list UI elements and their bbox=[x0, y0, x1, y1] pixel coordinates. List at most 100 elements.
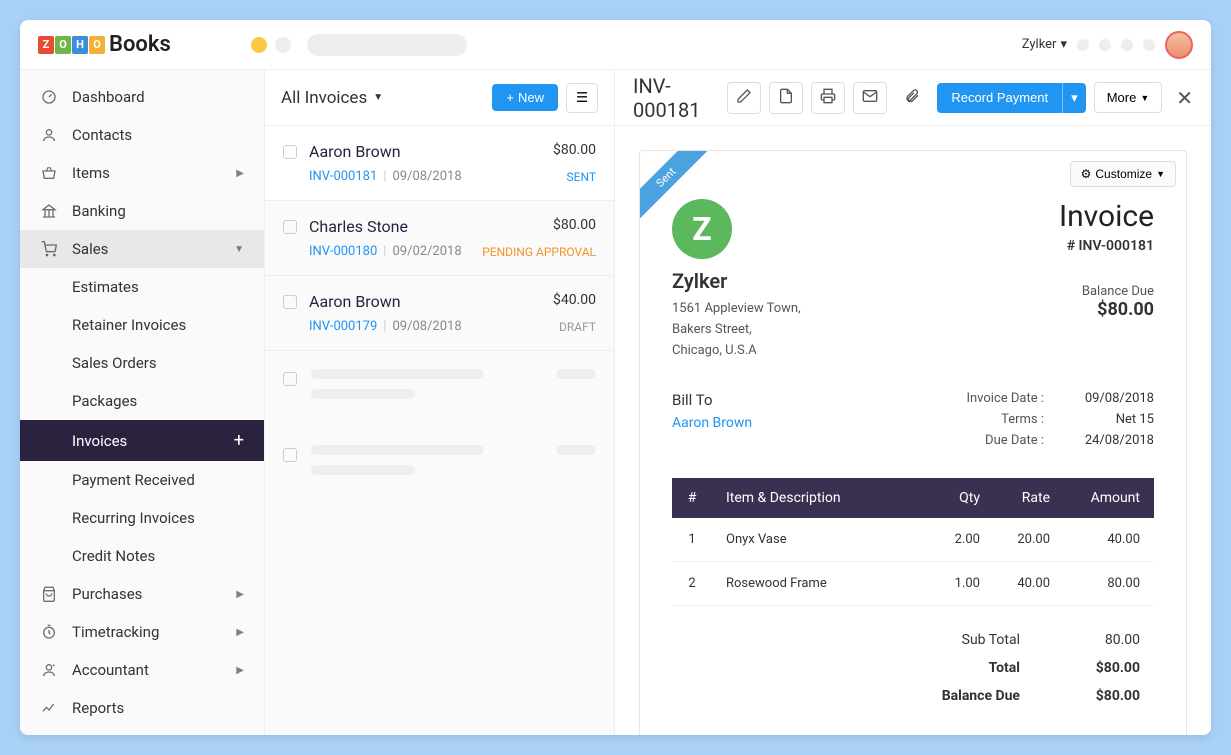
more-button[interactable]: More ▼ bbox=[1094, 82, 1163, 113]
chevron-right-icon: ▶ bbox=[236, 589, 244, 600]
bill-to-link[interactable]: Aaron Brown bbox=[672, 415, 752, 431]
close-detail-button[interactable]: ✕ bbox=[1176, 86, 1193, 110]
list-menu-button[interactable]: ☰ bbox=[566, 83, 598, 113]
hamburger-icon: ☰ bbox=[576, 90, 588, 106]
row-checkbox[interactable] bbox=[283, 295, 297, 309]
sidebar: DashboardContactsItems▶BankingSales▼Esti… bbox=[20, 70, 265, 735]
logo[interactable]: Z O H O Books bbox=[38, 32, 171, 57]
list-body: Aaron Brown$80.00INV-000181|09/08/2018SE… bbox=[265, 126, 614, 735]
caret-down-icon: ▾ bbox=[1060, 37, 1067, 52]
logo-text: Books bbox=[109, 32, 171, 57]
print-button[interactable] bbox=[811, 82, 845, 114]
record-payment-button[interactable]: Record Payment bbox=[937, 83, 1062, 113]
nav-items[interactable]: Items▶ bbox=[20, 154, 264, 192]
invoice-card: Sent ⚙ Customize ▼ Z Zylker 1561 Applevi… bbox=[639, 150, 1187, 735]
bank-icon bbox=[40, 202, 58, 220]
company-address: 1561 Appleview Town, Bakers Street, Chic… bbox=[672, 299, 801, 361]
item-row: 2Rosewood Frame1.0040.0080.00 bbox=[672, 562, 1154, 606]
record-payment-dropdown[interactable]: ▾ bbox=[1062, 83, 1086, 113]
topbar-placeholder-1 bbox=[1077, 39, 1089, 51]
app-window: Z O H O Books Zylker ▾ DashboardContacts… bbox=[20, 20, 1211, 735]
nav-sub-payment-received[interactable]: Payment Received bbox=[20, 461, 264, 499]
paperclip-icon bbox=[904, 88, 920, 107]
detail-title: INV-000181 bbox=[633, 74, 719, 122]
app-body: DashboardContactsItems▶BankingSales▼Esti… bbox=[20, 70, 1211, 735]
pdf-button[interactable] bbox=[769, 82, 803, 114]
row-invoice-id: INV-000180 bbox=[309, 244, 377, 259]
customize-button[interactable]: ⚙ Customize ▼ bbox=[1070, 161, 1176, 187]
topbar-placeholder-4 bbox=[1143, 39, 1155, 51]
plus-icon: + bbox=[234, 430, 244, 451]
nav-accountant[interactable]: Accountant▶ bbox=[20, 651, 264, 689]
email-button[interactable] bbox=[853, 82, 887, 114]
org-switcher[interactable]: Zylker ▾ bbox=[1022, 37, 1067, 52]
nav-sub-estimates[interactable]: Estimates bbox=[20, 268, 264, 306]
caret-down-icon: ▼ bbox=[1156, 169, 1165, 179]
printer-icon bbox=[820, 88, 836, 107]
row-invoice-id: INV-000181 bbox=[309, 169, 377, 184]
plus-icon: + bbox=[506, 90, 514, 105]
row-checkbox[interactable] bbox=[283, 220, 297, 234]
row-amount: $40.00 bbox=[553, 292, 596, 311]
totals: Sub Total80.00Total$80.00Balance Due$80.… bbox=[672, 626, 1154, 710]
nav-timetracking[interactable]: Timetracking▶ bbox=[20, 613, 264, 651]
nav-sales[interactable]: Sales▼ bbox=[20, 230, 264, 268]
list-header: All Invoices ▼ + New ☰ bbox=[265, 70, 614, 126]
acct-icon bbox=[40, 661, 58, 679]
skeleton-row bbox=[265, 351, 614, 427]
invoice-meta: Invoice Date :09/08/2018 Terms :Net 15 Due… bbox=[954, 391, 1154, 454]
row-invoice-id: INV-000179 bbox=[309, 319, 377, 334]
user-avatar[interactable] bbox=[1165, 31, 1193, 59]
nav-reports[interactable]: Reports bbox=[20, 689, 264, 727]
item-row: 1Onyx Vase2.0020.0040.00 bbox=[672, 518, 1154, 562]
invoice-row[interactable]: Aaron Brown$80.00INV-000181|09/08/2018SE… bbox=[265, 126, 614, 201]
gear-icon: ⚙ bbox=[1081, 167, 1092, 181]
topbar: Z O H O Books Zylker ▾ bbox=[20, 20, 1211, 70]
row-status: SENT bbox=[567, 170, 597, 184]
nav-sub-sales-orders[interactable]: Sales Orders bbox=[20, 344, 264, 382]
meta-row: Terms :Net 15 bbox=[954, 412, 1154, 427]
attach-button[interactable] bbox=[895, 82, 929, 114]
nav-banking[interactable]: Banking bbox=[20, 192, 264, 230]
nav-dashboard[interactable]: Dashboard bbox=[20, 78, 264, 116]
row-amount: $80.00 bbox=[553, 142, 596, 161]
customer-name: Charles Stone bbox=[309, 217, 408, 236]
mail-icon bbox=[862, 88, 878, 107]
address-pill bbox=[307, 34, 467, 56]
row-status: DRAFT bbox=[559, 320, 596, 334]
status-ribbon: Sent bbox=[640, 151, 710, 221]
nav-sub-packages[interactable]: Packages bbox=[20, 382, 264, 420]
chevron-right-icon: ▶ bbox=[236, 627, 244, 638]
edit-button[interactable] bbox=[727, 82, 761, 114]
new-invoice-button[interactable]: + New bbox=[492, 84, 558, 111]
total-row: Sub Total80.00 bbox=[672, 626, 1154, 654]
clock-icon bbox=[40, 623, 58, 641]
meta-row: Invoice Date :09/08/2018 bbox=[954, 391, 1154, 406]
row-status: PENDING APPROVAL bbox=[482, 245, 596, 259]
topbar-placeholder-3 bbox=[1121, 39, 1133, 51]
nav-purchases[interactable]: Purchases▶ bbox=[20, 575, 264, 613]
bag-icon bbox=[40, 585, 58, 603]
row-checkbox[interactable] bbox=[283, 145, 297, 159]
chart-icon bbox=[40, 699, 58, 717]
row-date: 09/02/2018 bbox=[392, 244, 461, 259]
invoice-list-column: All Invoices ▼ + New ☰ Aaron Brown $80.00… bbox=[265, 70, 615, 735]
meta-row: Due Date :24/08/2018 bbox=[954, 433, 1154, 448]
nav-contacts[interactable]: Contacts bbox=[20, 116, 264, 154]
caret-down-icon: ▼ bbox=[373, 92, 383, 103]
skeleton-row bbox=[265, 427, 614, 503]
nav-sub-recurring-invoices[interactable]: Recurring Invoices bbox=[20, 499, 264, 537]
topbar-placeholder-2 bbox=[1099, 39, 1111, 51]
company-name: Zylker bbox=[672, 269, 801, 293]
basket-icon bbox=[40, 164, 58, 182]
invoice-row[interactable]: Aaron Brown$40.00INV-000179|09/08/2018DR… bbox=[265, 276, 614, 351]
customer-name: Aaron Brown bbox=[309, 142, 401, 161]
nav-sub-invoices[interactable]: Invoices+ bbox=[20, 420, 264, 461]
list-filter-dropdown[interactable]: All Invoices ▼ bbox=[281, 88, 383, 108]
nav-sub-credit-notes[interactable]: Credit Notes bbox=[20, 537, 264, 575]
nav-sub-retainer-invoices[interactable]: Retainer Invoices bbox=[20, 306, 264, 344]
company-block: Z Zylker 1561 Appleview Town, Bakers Str… bbox=[672, 199, 801, 361]
total-row: Total$80.00 bbox=[672, 654, 1154, 682]
invoice-row[interactable]: Charles Stone$80.00INV-000180|09/02/2018… bbox=[265, 201, 614, 276]
dot bbox=[275, 37, 291, 53]
